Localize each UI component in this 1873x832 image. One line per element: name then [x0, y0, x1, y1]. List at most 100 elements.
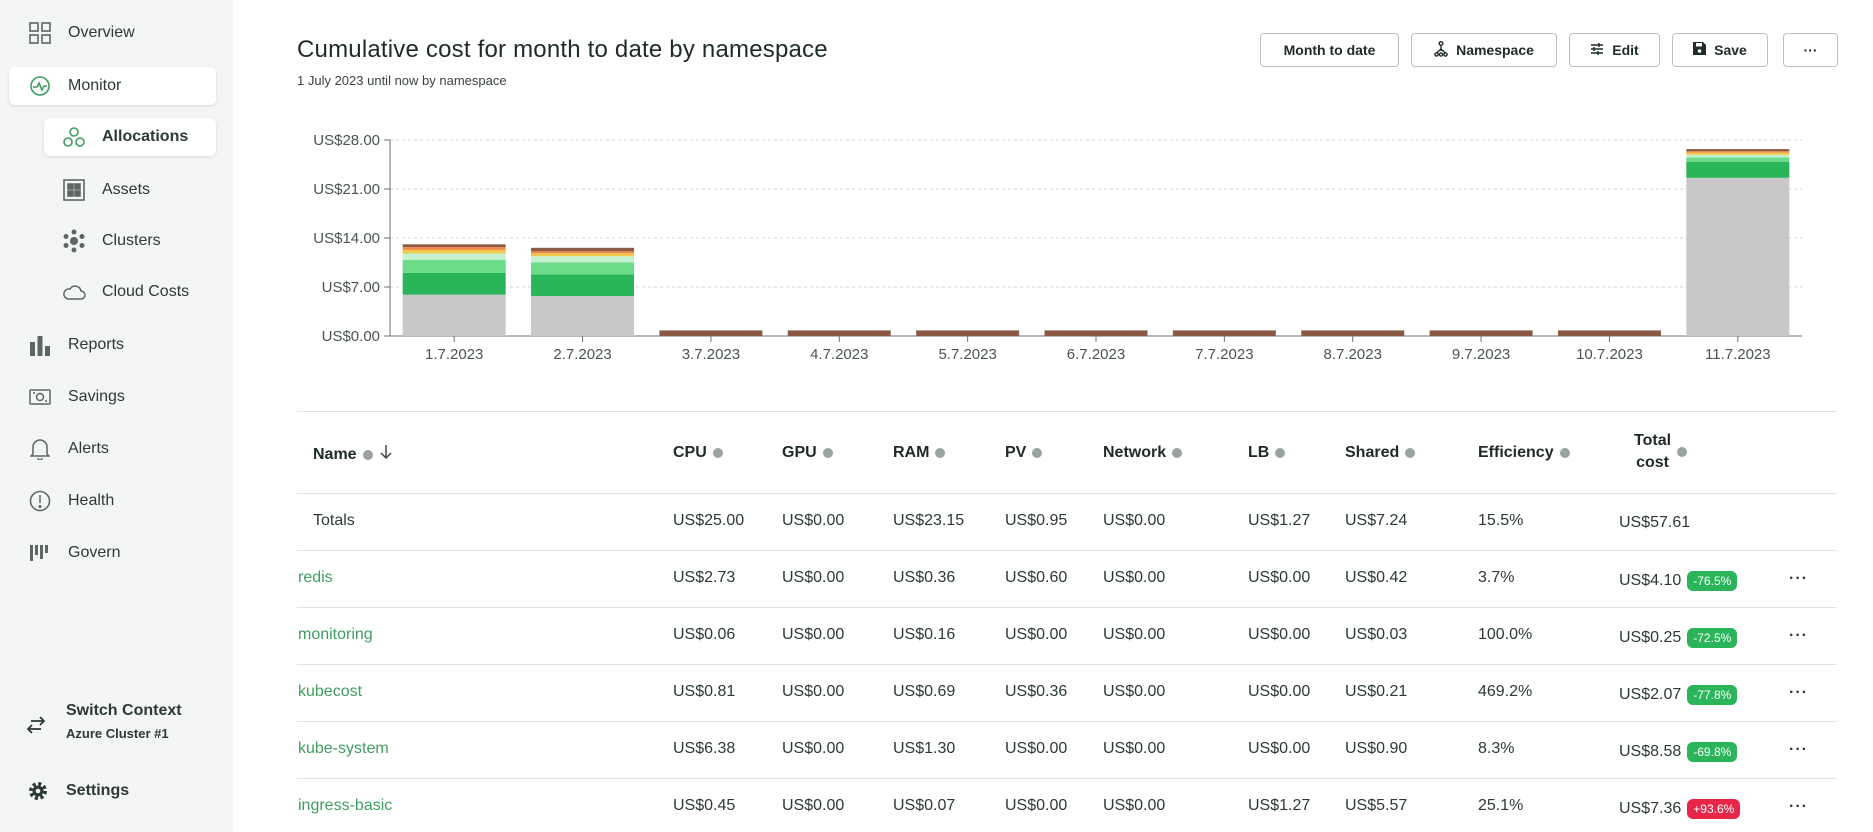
sidebar-item-clusters[interactable]: Clusters [62, 229, 161, 253]
row-pv: US$0.00 [1005, 626, 1068, 643]
cloud-icon [62, 280, 86, 304]
swap-icon [26, 716, 50, 740]
col-header-cpu[interactable]: CPU [673, 444, 723, 462]
row-divider [297, 778, 1837, 779]
month-to-date-label: Month to date [1283, 42, 1376, 58]
info-icon[interactable] [712, 448, 723, 458]
row-ram: US$1.30 [893, 740, 956, 757]
info-icon[interactable] [362, 449, 373, 460]
row-total: US$7.36 [1619, 800, 1682, 818]
info-icon[interactable] [935, 448, 946, 458]
gear-icon [26, 779, 50, 803]
sidebar-item-label: Overview [68, 24, 135, 41]
info-icon[interactable] [1275, 448, 1286, 458]
bar-segment [531, 256, 635, 263]
col-header-shared[interactable]: Shared [1345, 444, 1416, 462]
sort-down-icon[interactable] [379, 444, 393, 465]
page-title: Cumulative cost for month to date by nam… [297, 36, 828, 63]
sidebar-item-label: Alerts [68, 440, 109, 457]
info-icon[interactable] [1172, 448, 1183, 458]
col-header-efficiency[interactable]: Efficiency [1478, 444, 1570, 462]
row-menu-button[interactable]: ··· [1789, 627, 1808, 645]
col-header-gpu[interactable]: GPU [782, 444, 833, 462]
sidebar-item-alerts[interactable]: Alerts [28, 437, 109, 461]
sidebar-item-settings[interactable]: Settings [26, 779, 129, 803]
bar-segment [402, 259, 506, 273]
x-tick-label: 4.7.2023 [810, 346, 868, 363]
col-header-network[interactable]: Network [1103, 444, 1183, 462]
sidebar-item-cloud-costs[interactable]: Cloud Costs [62, 280, 189, 304]
bar-segment [1429, 330, 1533, 336]
totals-pv: US$0.95 [1005, 512, 1068, 529]
row-menu-button[interactable]: ··· [1789, 741, 1808, 759]
govern-icon [28, 541, 52, 565]
month-to-date-button[interactable]: Month to date [1260, 33, 1399, 67]
row-name[interactable]: kube-system [298, 740, 389, 758]
bar-segment [1301, 330, 1405, 336]
sidebar-item-assets[interactable]: Assets [62, 178, 150, 202]
row-ram: US$0.69 [893, 683, 956, 700]
totals-total: US$57.61 [1619, 514, 1691, 531]
row-menu-button[interactable]: ··· [1789, 798, 1808, 816]
x-tick-label: 7.7.2023 [1195, 346, 1253, 363]
info-icon[interactable] [1032, 448, 1043, 458]
row-total: US$2.07 [1619, 686, 1682, 704]
totals-network: US$0.00 [1103, 512, 1166, 529]
y-tick-label: US$21.00 [313, 181, 380, 198]
row-menu-button[interactable]: ··· [1789, 684, 1808, 702]
row-total-cost: US$2.07 -77.8% [1619, 685, 1738, 705]
row-efficiency: 3.7% [1478, 569, 1515, 586]
switch-context[interactable]: Switch Context Azure Cluster #1 [26, 702, 182, 741]
x-tick-label: 6.7.2023 [1067, 346, 1125, 363]
row-efficiency: 25.1% [1478, 797, 1524, 814]
row-name[interactable]: monitoring [298, 626, 373, 644]
bar-segment [659, 330, 763, 336]
row-name[interactable]: kubecost [298, 683, 362, 701]
col-header-label: RAM [893, 444, 930, 461]
sidebar-item-label: Clusters [102, 232, 161, 249]
save-button[interactable]: Save [1672, 33, 1768, 67]
totals-lb: US$1.27 [1248, 512, 1311, 529]
sidebar-item-savings[interactable]: Savings [28, 385, 125, 409]
col-header-pv[interactable]: PV [1005, 444, 1043, 462]
col-header-label: Total cost [1634, 430, 1671, 474]
x-tick-label: 8.7.2023 [1324, 346, 1382, 363]
row-total-cost: US$4.10 -76.5% [1619, 571, 1738, 591]
sidebar-item-overview[interactable]: Overview [28, 21, 135, 45]
bar-segment [1686, 152, 1790, 155]
row-lb: US$0.00 [1248, 740, 1311, 757]
info-icon[interactable] [1405, 448, 1416, 458]
sidebar-item-reports[interactable]: Reports [28, 333, 124, 357]
info-icon[interactable] [822, 448, 833, 458]
info-icon[interactable] [1559, 448, 1570, 458]
allocations-icon [62, 125, 86, 149]
row-name[interactable]: redis [298, 569, 333, 587]
row-name[interactable]: ingress-basic [298, 797, 392, 815]
row-pv: US$0.36 [1005, 683, 1068, 700]
sidebar-item-govern[interactable]: Govern [28, 541, 120, 565]
row-network: US$0.00 [1103, 569, 1166, 586]
bar-segment [1172, 330, 1276, 336]
sidebar-item-label: Assets [102, 181, 151, 198]
more-options-button[interactable]: ··· [1783, 33, 1838, 67]
col-header-name[interactable]: Name [313, 444, 393, 465]
change-badge: -69.8% [1687, 742, 1738, 762]
bar-segment [1686, 161, 1790, 178]
monitor-icon [28, 74, 52, 98]
sidebar-item-health[interactable]: Health [28, 489, 114, 513]
edit-button[interactable]: Edit [1569, 33, 1660, 67]
col-header-lb[interactable]: LB [1248, 444, 1286, 462]
info-icon[interactable] [1677, 447, 1688, 457]
row-ram: US$0.16 [893, 626, 956, 643]
sidebar-item-monitor[interactable]: Monitor [28, 74, 121, 98]
sidebar-item-label: Settings [66, 782, 130, 799]
row-menu-button[interactable]: ··· [1789, 570, 1808, 588]
col-header-label: Shared [1345, 444, 1400, 461]
row-lb: US$0.00 [1248, 683, 1311, 700]
bar-segment [531, 262, 635, 275]
sidebar-item-allocations[interactable]: Allocations [62, 125, 188, 149]
namespace-button[interactable]: Namespace [1411, 33, 1557, 67]
switch-context-label: Switch Context [66, 702, 182, 719]
col-header-ram[interactable]: RAM [893, 444, 946, 462]
col-header-total-cost[interactable]: Total cost [1634, 430, 1688, 474]
